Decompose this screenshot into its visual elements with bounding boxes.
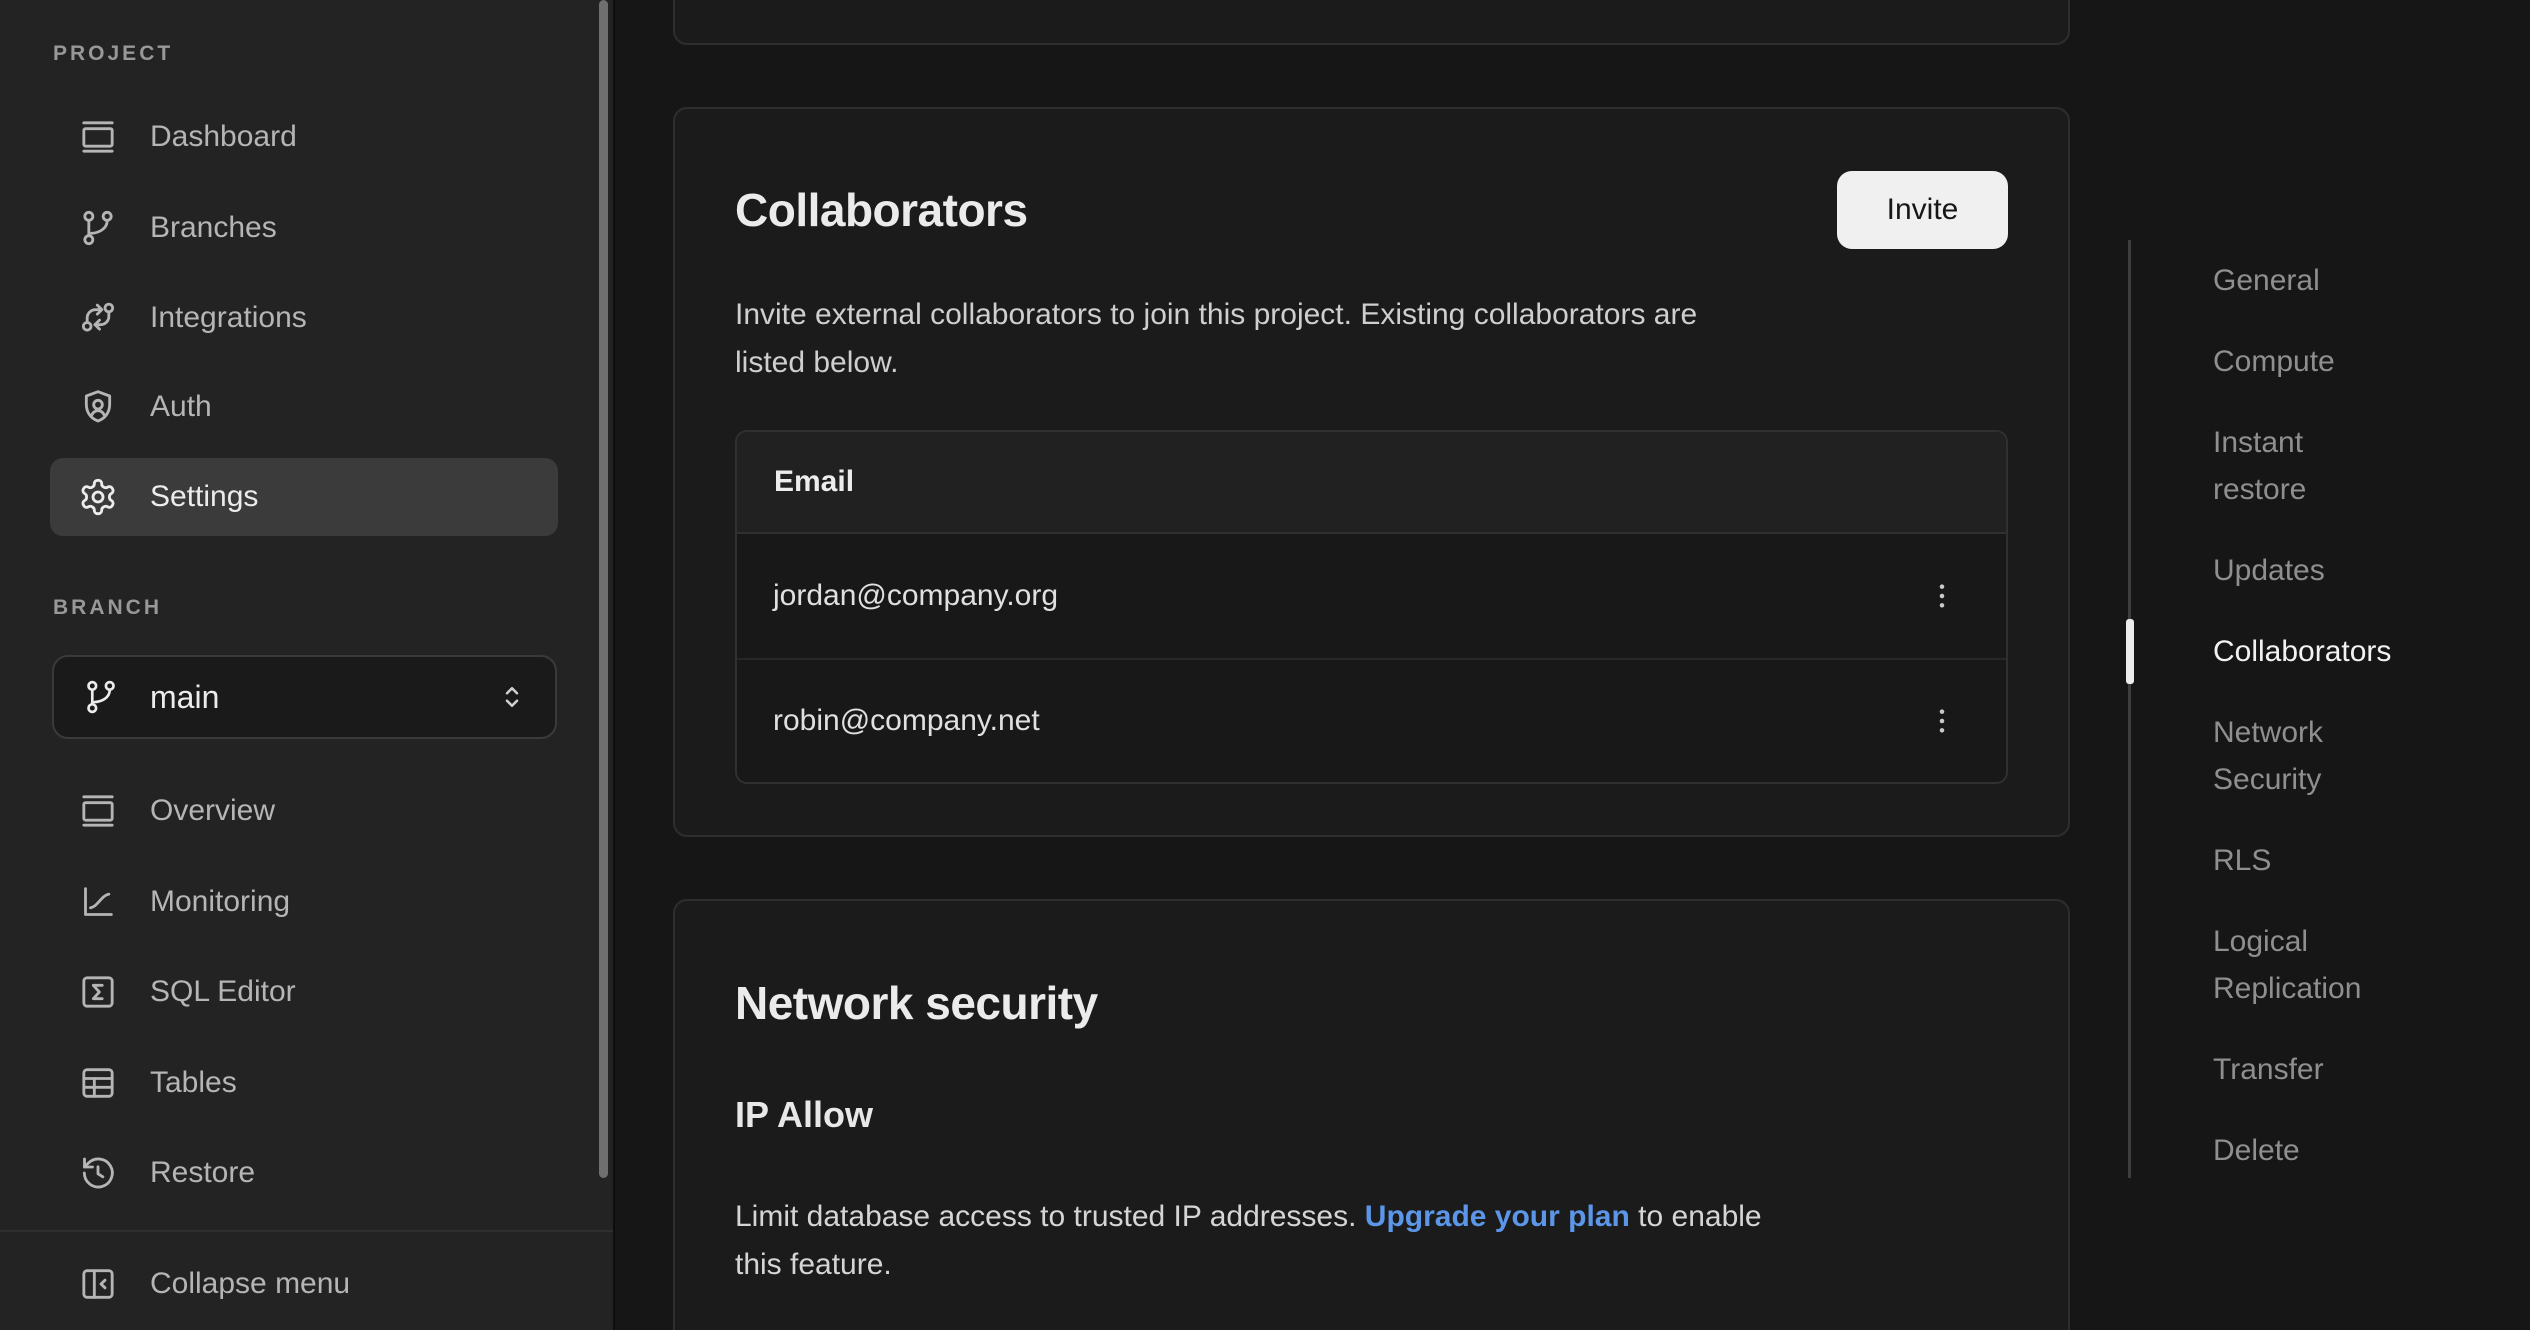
table-row: robin@company.net [737,658,2006,782]
branch-selector[interactable]: main [52,655,557,739]
settings-nav-compute[interactable]: Compute [2213,338,2498,385]
sidebar-divider [0,1230,613,1232]
git-branch-icon [78,208,118,248]
sql-editor-icon [78,972,118,1012]
ip-allow-subtitle: IP Allow [735,1090,2008,1140]
collapse-menu-button[interactable]: Collapse menu [50,1245,558,1323]
settings-nav-updates[interactable]: Updates [2213,547,2498,594]
collaborator-email: jordan@company.org [773,579,1058,613]
sidebar-item-label: Settings [150,480,258,514]
sidebar-item-label: Overview [150,794,275,828]
window-icon [78,117,118,157]
collaborator-email: robin@company.net [773,704,1040,738]
sidebar-item-integrations[interactable]: Integrations [50,279,558,357]
collaborators-description: Invite external collaborators to join th… [735,291,2008,387]
sidebar-item-overview[interactable]: Overview [50,772,558,850]
sidebar-item-label: Tables [150,1066,237,1100]
sidebar-item-dashboard[interactable]: Dashboard [50,98,558,176]
collaborators-table: Email jordan@company.org robin@company.n… [735,430,2008,784]
sidebar-item-label: Branches [150,211,277,245]
sidebar-item-label: Integrations [150,301,307,335]
kebab-menu-icon [1926,705,1958,737]
collaborators-card: Collaborators Invite Invite external col… [673,107,2070,837]
sidebar-item-label: Monitoring [150,885,290,919]
sidebar-item-settings[interactable]: Settings [50,458,558,536]
ip-allow-description: Limit database access to trusted IP addr… [735,1193,2008,1289]
sidebar: PROJECT Dashboard Branches Integrations … [0,0,615,1330]
collapse-panel-icon [78,1264,118,1304]
settings-nav-delete[interactable]: Delete [2213,1127,2498,1174]
settings-section-nav: General Compute Instant restore Updates … [2128,240,2498,1178]
auth-shield-icon [78,387,118,427]
sidebar-item-tables[interactable]: Tables [50,1044,558,1122]
git-branch-icon [82,678,120,716]
branch-selector-value: main [150,679,467,716]
sidebar-scrollbar[interactable] [599,0,608,1178]
branch-section-label: BRANCH [53,596,162,620]
network-security-card: Network security IP Allow Limit database… [673,899,2070,1330]
sidebar-item-label: Dashboard [150,120,297,154]
sidebar-item-label: Restore [150,1156,255,1190]
settings-nav-list: General Compute Instant restore Updates … [2128,240,2498,1174]
row-menu-button[interactable] [1914,556,1970,636]
table-header-email: Email [737,432,2006,534]
project-section-label: PROJECT [53,42,173,66]
previous-card-partial [673,0,2070,45]
row-menu-button[interactable] [1914,681,1970,761]
settings-nav-network-security[interactable]: Network Security [2213,709,2498,803]
collaborators-header: Collaborators Invite [735,171,2008,249]
sidebar-item-label: Auth [150,390,212,424]
integrations-icon [78,298,118,338]
network-security-title: Network security [735,973,2008,1033]
tables-icon [78,1063,118,1103]
gear-icon [78,477,118,517]
table-row: jordan@company.org [737,534,2006,658]
sidebar-item-label: SQL Editor [150,975,296,1009]
settings-nav-transfer[interactable]: Transfer [2213,1046,2498,1093]
collapse-menu-label: Collapse menu [150,1267,350,1301]
invite-button[interactable]: Invite [1837,171,2008,249]
window-icon [78,791,118,831]
restore-icon [78,1153,118,1193]
app-window: PROJECT Dashboard Branches Integrations … [0,0,2530,1330]
sidebar-item-branches[interactable]: Branches [50,189,558,267]
settings-nav-instant-restore[interactable]: Instant restore [2213,419,2498,513]
sidebar-item-monitoring[interactable]: Monitoring [50,863,558,941]
settings-nav-logical-replication[interactable]: Logical Replication [2213,918,2498,1012]
settings-nav-collaborators[interactable]: Collaborators [2213,628,2498,675]
collaborators-title: Collaborators [735,180,1028,240]
upgrade-plan-link[interactable]: Upgrade your plan [1365,1200,1630,1233]
sidebar-item-restore[interactable]: Restore [50,1134,558,1212]
settings-nav-general[interactable]: General [2213,257,2498,304]
sidebar-item-auth[interactable]: Auth [50,368,558,446]
chevrons-up-down-icon [497,682,527,712]
chart-icon [78,882,118,922]
ip-allow-description-before: Limit database access to trusted IP addr… [735,1200,1365,1233]
kebab-menu-icon [1926,580,1958,612]
settings-nav-rls[interactable]: RLS [2213,837,2498,884]
sidebar-item-sql-editor[interactable]: SQL Editor [50,953,558,1031]
